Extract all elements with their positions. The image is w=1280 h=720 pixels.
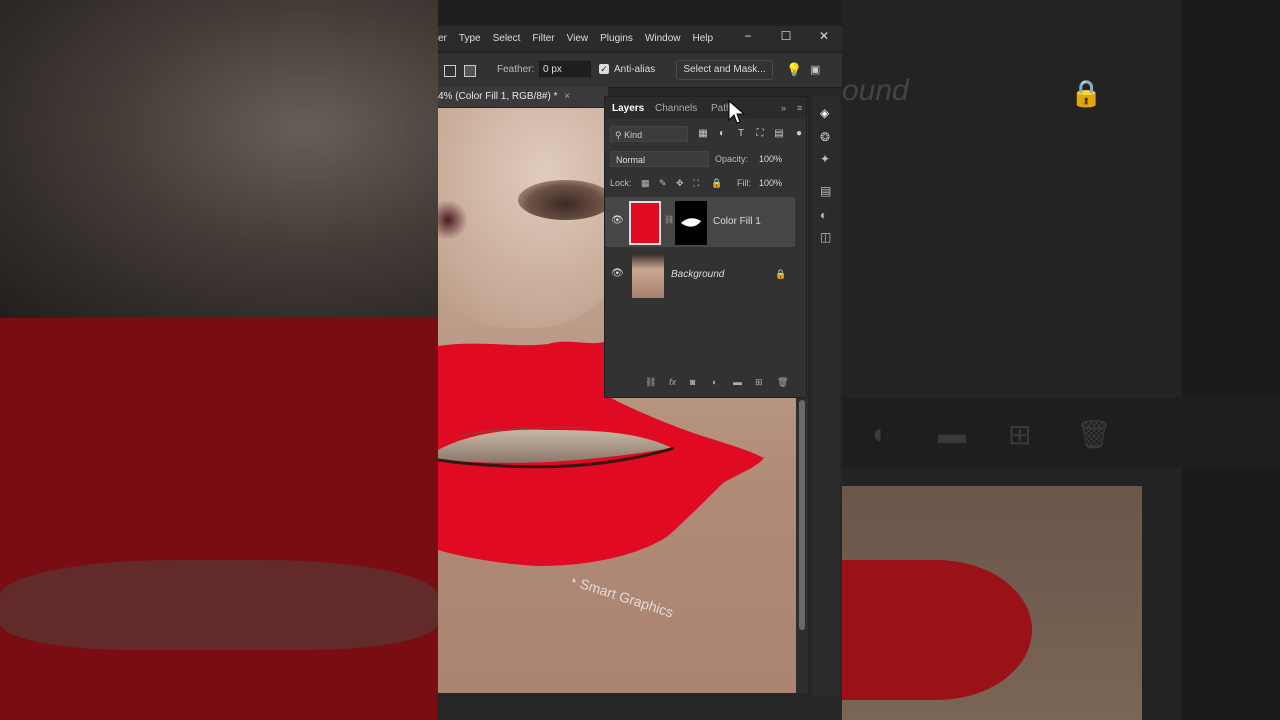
intersect-selection-icon[interactable] [464, 65, 476, 77]
blurred-lock-icon: 🔒 [1070, 78, 1103, 108]
fill-label: Fill: [737, 178, 751, 188]
blurred-trash-icon: 🗑 [1076, 419, 1112, 450]
lightbulb-icon[interactable]: 💡 [786, 62, 802, 78]
channels-panel-icon[interactable]: ❂ [820, 130, 830, 144]
right-blurred-backdrop: ound 🔒 ◐ ▬ ⊞ 🗑 [842, 0, 1280, 720]
panel-icon-strip: ◈ ❂ ✦ ▤ ◐ ◫ [812, 96, 840, 696]
panel-tabs: Layers Channels Path » ≡ [605, 97, 806, 119]
mouse-cursor-icon [728, 100, 746, 124]
subtract-selection-icon[interactable] [444, 65, 456, 77]
workspace-icon[interactable]: ▣ [810, 63, 820, 76]
layer-background[interactable]: 👁 Background 🔒 [605, 250, 795, 300]
adjustment-layer-icon[interactable]: ◐ [712, 377, 717, 387]
add-mask-icon[interactable]: ◙ [690, 377, 695, 387]
fill-value[interactable]: 100% [759, 178, 782, 188]
pixel-filter-icon[interactable]: ▦ [697, 128, 709, 140]
blurred-folder-icon: ▬ [938, 418, 966, 449]
color-fill-thumbnail[interactable] [629, 201, 661, 245]
feather-input[interactable]: 0 px [539, 61, 591, 77]
left-blurred-backdrop [0, 0, 438, 720]
layers-panel-icon[interactable]: ◈ [820, 106, 829, 120]
visibility-eye-icon[interactable]: 👁 [611, 215, 624, 226]
filter-kind-select[interactable]: ⚲ Kind [610, 126, 688, 142]
lock-icon: 🔒 [775, 269, 787, 279]
options-bar: Feather: 0 px ✓ Anti-alias Select and Ma… [438, 52, 842, 88]
libraries-panel-icon[interactable]: ◫ [820, 230, 831, 244]
lock-position-icon[interactable]: ✥ [676, 178, 684, 189]
blend-mode-select[interactable]: Normal [610, 151, 709, 167]
blurred-layer-name: ound [842, 74, 909, 107]
antialias-label: Anti-alias [614, 64, 656, 75]
tab-layers[interactable]: Layers [612, 103, 644, 114]
link-layers-icon[interactable]: ⛓ [645, 377, 656, 388]
shape-filter-icon[interactable]: ⛶ [754, 128, 766, 140]
opacity-label: Opacity: [715, 154, 749, 164]
menu-item-layer[interactable]: er [438, 33, 447, 44]
fx-icon[interactable]: fx [669, 377, 676, 387]
scrollbar-thumb[interactable] [799, 400, 805, 630]
tab-channels[interactable]: Channels [655, 103, 697, 114]
trash-icon[interactable]: 🗑 [777, 377, 788, 388]
document-tab[interactable]: 4% (Color Fill 1, RGB/8#) * × [438, 87, 608, 107]
menu-item-filter[interactable]: Filter [532, 33, 554, 44]
minimize-button[interactable]: − [736, 26, 760, 48]
layers-panel: Layers Channels Path » ≡ ⚲ Kind ▦ ◐ T ⛶ … [604, 96, 807, 398]
document-title: 4% (Color Fill 1, RGB/8#) * [438, 91, 558, 102]
type-filter-icon[interactable]: T [735, 128, 747, 140]
smart-object-filter-icon[interactable]: ▤ [773, 128, 785, 140]
lock-artboard-icon[interactable]: ⛶ [693, 178, 699, 189]
panel-menu-icon[interactable]: ≡ [797, 103, 802, 113]
lock-label: Lock: [610, 178, 632, 188]
layer-mask-thumbnail[interactable] [675, 201, 707, 245]
menu-item-view[interactable]: View [567, 33, 589, 44]
menu-item-select[interactable]: Select [493, 33, 521, 44]
collapse-panel-icon[interactable]: » [781, 103, 786, 113]
new-layer-icon[interactable]: ⊞ [755, 377, 763, 388]
background-thumbnail[interactable] [632, 254, 664, 298]
layer-color-fill[interactable]: 👁 ⛓ Color Fill 1 [605, 197, 795, 247]
feather-label: Feather: [497, 64, 535, 75]
adjustments-panel-icon[interactable]: ◐ [820, 208, 827, 222]
select-and-mask-button[interactable]: Select and Mask... [676, 60, 773, 80]
menu-item-help[interactable]: Help [693, 33, 714, 44]
paths-panel-icon[interactable]: ✦ [820, 152, 830, 166]
layers-panel-footer: ⛓ fx ◙ ◐ ▬ ⊞ 🗑 [605, 373, 806, 395]
layer-name[interactable]: Background [671, 269, 724, 280]
layer-name[interactable]: Color Fill 1 [713, 216, 761, 227]
blurred-new-layer-icon: ⊞ [1008, 419, 1032, 450]
menu-item-plugins[interactable]: Plugins [600, 33, 633, 44]
lock-image-icon[interactable]: ✎ [659, 178, 667, 189]
maximize-button[interactable]: ☐ [774, 26, 798, 48]
title-bar [438, 0, 842, 26]
photoshop-window: er Type Select Filter View Plugins Windo… [438, 0, 842, 720]
properties-panel-icon[interactable]: ▤ [820, 184, 831, 198]
lock-transparent-icon[interactable]: ▦ [641, 178, 650, 189]
menu-item-window[interactable]: Window [645, 33, 681, 44]
lock-all-icon[interactable]: 🔒 [711, 178, 722, 189]
tab-close-icon[interactable]: × [564, 91, 570, 102]
link-icon: ⛓ [664, 215, 675, 224]
opacity-value[interactable]: 100% [759, 154, 782, 164]
visibility-eye-icon[interactable]: 👁 [611, 268, 624, 279]
menu-item-type[interactable]: Type [459, 33, 481, 44]
filter-toggle-icon[interactable]: ● [793, 128, 805, 140]
adjustment-filter-icon[interactable]: ◐ [716, 128, 728, 140]
folder-icon[interactable]: ▬ [733, 377, 742, 387]
antialias-checkbox[interactable]: ✓ [599, 64, 609, 74]
close-button[interactable]: ✕ [812, 26, 836, 48]
lip-mask-shape [681, 218, 701, 227]
search-icon: ⚲ [615, 130, 622, 140]
blurred-adjustment-icon: ◐ [872, 418, 889, 449]
